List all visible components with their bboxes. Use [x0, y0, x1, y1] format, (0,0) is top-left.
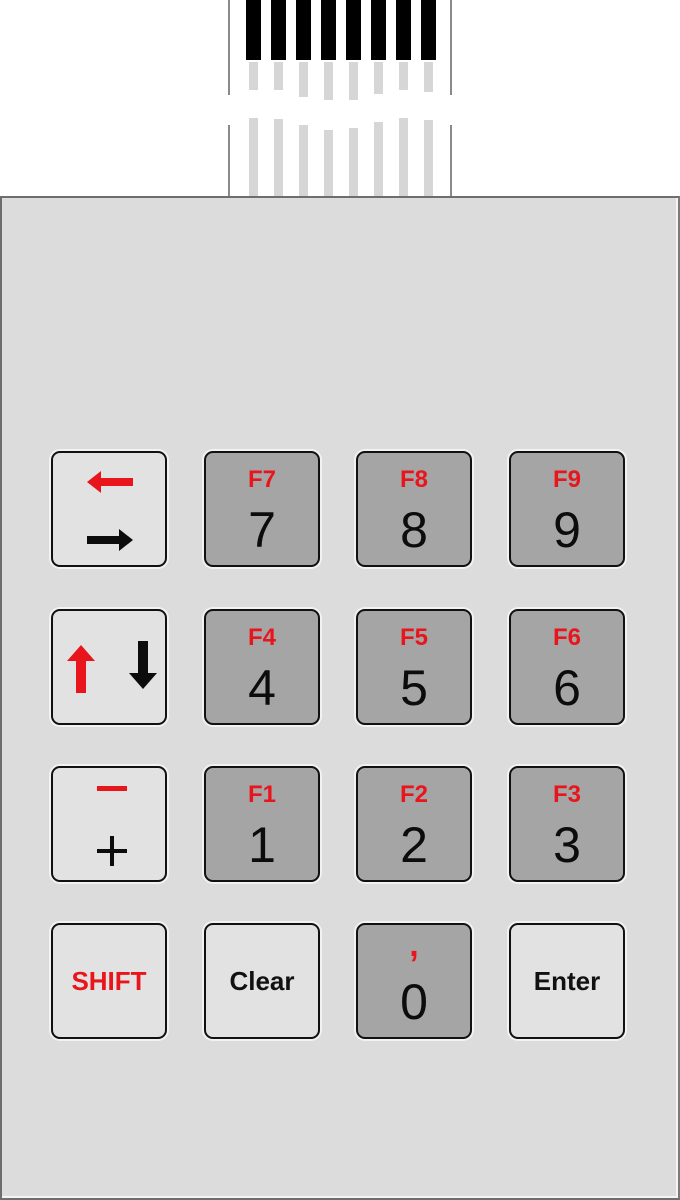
connector-pin	[321, 0, 336, 60]
key-fn-label: F4	[247, 624, 276, 651]
key-num-label: 1	[248, 817, 276, 873]
connector-pin	[296, 0, 311, 60]
key-num-label: 3	[553, 817, 581, 873]
connector-pin	[246, 0, 261, 60]
ribbon-trace	[324, 62, 333, 100]
key-5[interactable]: F5 5	[356, 609, 472, 725]
key-7[interactable]: F7 7	[204, 451, 320, 567]
ribbon-edge-left	[228, 0, 230, 95]
key-arrows-left-right[interactable]	[51, 451, 167, 567]
ribbon-trace	[374, 62, 383, 94]
ribbon-trace	[349, 128, 358, 196]
ribbon-edge-right	[450, 0, 452, 95]
key-clear-label: Clear	[229, 965, 295, 996]
key-arrows-up-down[interactable]	[51, 609, 167, 725]
ribbon-trace	[274, 119, 283, 196]
connector-pin	[271, 0, 286, 60]
ribbon-trace	[399, 62, 408, 90]
key-fn-label: F2	[399, 781, 428, 808]
key-fn-label: F9	[552, 466, 581, 493]
ribbon-trace	[349, 62, 358, 100]
ribbon-trace	[399, 118, 408, 196]
key-fn-label: F8	[399, 466, 428, 493]
ribbon-trace	[324, 130, 333, 196]
key-fn-label: F6	[552, 624, 581, 651]
plus-icon	[97, 836, 127, 866]
ribbon-edge-right-lower	[450, 125, 452, 196]
connector-pin	[371, 0, 386, 60]
key-num-label: 2	[400, 817, 428, 873]
ribbon-trace	[299, 125, 308, 196]
key-fn-label: F7	[247, 466, 276, 493]
key-fn-label: F3	[552, 781, 581, 808]
key-9[interactable]: F9 9	[509, 451, 625, 567]
arrow-right-icon	[87, 529, 133, 551]
key-shift-label: SHIFT	[71, 965, 147, 996]
key-enter[interactable]: Enter	[509, 923, 625, 1039]
key-3[interactable]: F3 3	[509, 766, 625, 882]
minus-icon	[97, 786, 127, 791]
ribbon-connector	[228, 0, 452, 196]
key-fn-label: F1	[247, 781, 276, 808]
key-num-label: 9	[553, 502, 581, 558]
ribbon-trace	[249, 118, 258, 196]
key-8[interactable]: F8 8	[356, 451, 472, 567]
ribbon-edge-left-lower	[228, 125, 230, 196]
key-num-label: 0	[400, 974, 428, 1030]
connector-pin	[421, 0, 436, 60]
key-num-label: 4	[248, 660, 276, 716]
ribbon-trace	[299, 62, 308, 97]
arrow-up-icon	[67, 645, 95, 693]
ribbon-trace	[374, 122, 383, 196]
connector-pin	[346, 0, 361, 60]
key-1[interactable]: F1 1	[204, 766, 320, 882]
connector-pin	[396, 0, 411, 60]
key-enter-label: Enter	[533, 965, 601, 996]
ribbon-trace	[274, 62, 283, 90]
key-num-label: 6	[553, 660, 581, 716]
key-plus-minus[interactable]	[51, 766, 167, 882]
arrow-down-icon	[129, 641, 157, 689]
key-clear[interactable]: Clear	[204, 923, 320, 1039]
key-num-label: 5	[400, 660, 428, 716]
arrow-left-icon	[87, 471, 133, 493]
ribbon-trace	[424, 62, 433, 92]
key-4[interactable]: F4 4	[204, 609, 320, 725]
key-num-label: 8	[400, 502, 428, 558]
key-6[interactable]: F6 6	[509, 609, 625, 725]
key-fn-label: F5	[399, 624, 428, 651]
key-0[interactable]: , 0	[356, 923, 472, 1039]
ribbon-trace	[249, 62, 258, 90]
key-num-label: 7	[248, 502, 276, 558]
key-fn-label: ,	[409, 926, 419, 964]
ribbon-trace	[424, 120, 433, 196]
key-shift[interactable]: SHIFT	[51, 923, 167, 1039]
key-2[interactable]: F2 2	[356, 766, 472, 882]
